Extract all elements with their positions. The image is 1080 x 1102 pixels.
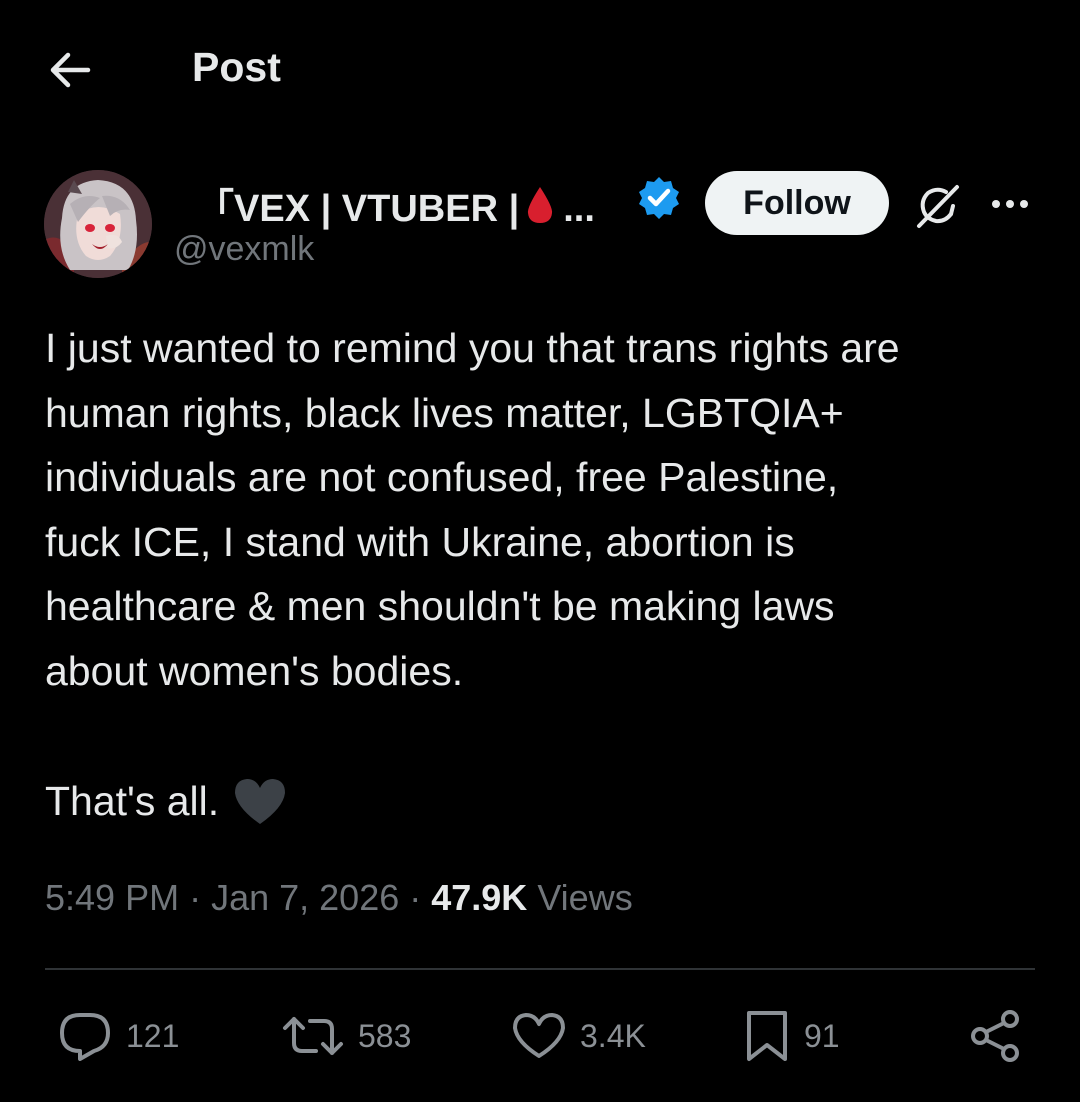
blood-drop-icon	[525, 185, 555, 235]
page-title: Post	[192, 44, 281, 90]
reply-button[interactable]: 121	[58, 1000, 179, 1072]
views-count: 47.9K	[431, 877, 528, 918]
views-label: Views	[527, 877, 633, 918]
closing-text: That's all.	[45, 778, 220, 824]
more-options-button[interactable]	[986, 180, 1034, 228]
display-name[interactable]: 「VEX | VTUBER |...	[196, 177, 595, 235]
back-button[interactable]	[46, 48, 94, 92]
post-closing: That's all.	[45, 769, 287, 833]
more-dots-icon	[992, 200, 1028, 208]
divider	[45, 968, 1035, 970]
grok-button[interactable]	[912, 180, 964, 232]
repost-count: 583	[358, 1017, 412, 1054]
arrow-left-icon	[50, 52, 91, 88]
display-name-text: 「VEX | VTUBER |	[196, 188, 520, 230]
bookmark-count: 91	[804, 1017, 840, 1054]
like-count: 3.4K	[580, 1017, 646, 1054]
bookmark-icon	[747, 1011, 787, 1061]
black-heart-icon	[233, 776, 287, 826]
verified-badge-icon[interactable]	[636, 175, 682, 221]
name-truncation: ...	[563, 188, 595, 230]
reply-icon	[60, 1013, 110, 1061]
bookmark-button[interactable]: 91	[744, 1000, 840, 1072]
post-meta: 5:49 PM · Jan 7, 2026 · 47.9K Views	[45, 877, 633, 919]
repost-icon	[283, 1017, 343, 1055]
reply-count: 121	[126, 1017, 180, 1054]
share-icon	[971, 1010, 1019, 1062]
repost-button[interactable]: 583	[282, 1000, 411, 1072]
follow-button[interactable]: Follow	[705, 171, 889, 235]
share-button[interactable]	[968, 1000, 1024, 1072]
post-text: I just wanted to remind you that trans r…	[45, 325, 900, 694]
meta-separator: ·	[399, 877, 432, 918]
action-bar: 121 583 3.4K 91	[0, 1000, 1080, 1072]
post-date[interactable]: Jan 7, 2026	[211, 877, 399, 918]
like-button[interactable]: 3.4K	[512, 1000, 646, 1072]
top-bar: Post	[0, 0, 1080, 140]
post-time[interactable]: 5:49 PM	[45, 877, 179, 918]
handle[interactable]: @vexmlk	[174, 230, 314, 269]
avatar-image	[44, 170, 152, 278]
meta-separator: ·	[179, 877, 212, 918]
grok-icon	[917, 185, 959, 228]
avatar[interactable]	[44, 170, 152, 278]
heart-icon	[513, 1013, 565, 1058]
